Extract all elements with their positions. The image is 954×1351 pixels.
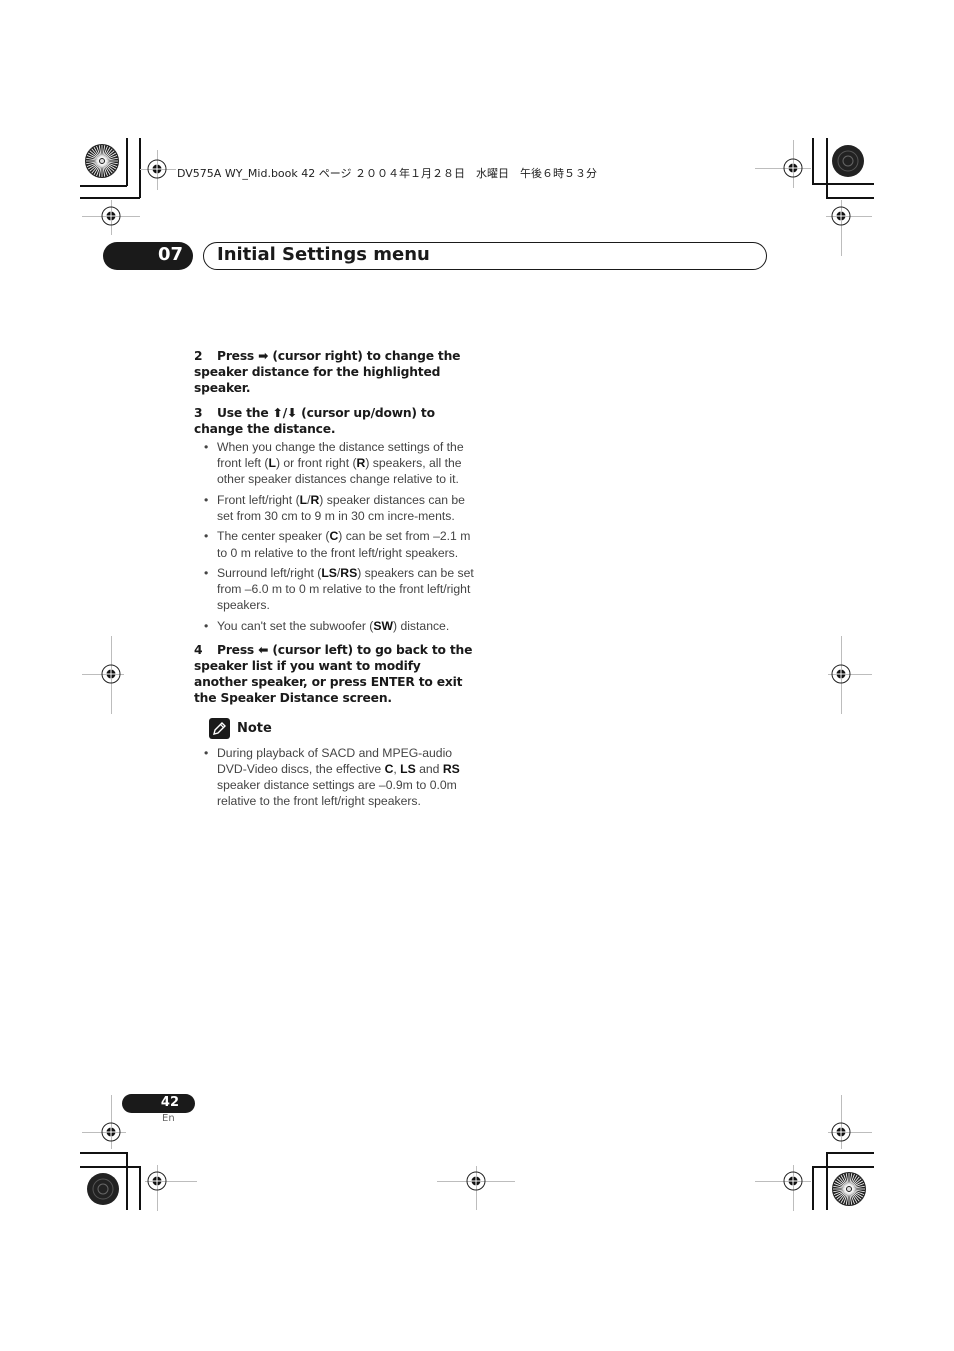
crop-line (826, 1152, 828, 1210)
chapter-number: 07 (157, 244, 183, 265)
crop-line (126, 1152, 128, 1210)
speaker-code: LS (400, 762, 416, 777)
list-item-text: speaker distance settings are –0.9m to 0… (217, 778, 457, 809)
step-3: 3 Use the ⬆/⬇ (cursor up/down) to change … (194, 405, 474, 437)
step-4: 4 Press ⬅ (cursor left) to go back to the… (194, 642, 474, 706)
bullet-icon: • (204, 529, 209, 544)
crop-line (826, 138, 828, 198)
crop-line (80, 1152, 127, 1154)
step-text: Press (217, 643, 259, 658)
starburst-mark-icon (87, 1173, 119, 1205)
crop-line (139, 138, 141, 198)
speaker-code: R (310, 492, 320, 507)
note-label: Note (237, 721, 272, 737)
chapter-number-badge: 07 (103, 242, 193, 270)
starburst-mark-icon (832, 145, 864, 177)
list-item-text: and (415, 762, 443, 777)
chapter-title: Initial Settings menu (217, 244, 430, 265)
list-item: • The center speaker (C) can be set from … (194, 528, 474, 560)
step-number: 4 (194, 643, 203, 658)
list-item-text: You can't set the subwoofer ( (217, 618, 374, 633)
step-number: 2 (194, 349, 203, 363)
crop-line (80, 1166, 140, 1168)
page-number-badge: 42 (122, 1094, 195, 1113)
crop-line (80, 185, 127, 187)
bullet-icon: • (204, 492, 209, 507)
step-3-bullet-list: • When you change the distance settings o… (194, 439, 474, 634)
starburst-mark-icon (85, 144, 119, 178)
list-item-text: ) distance. (393, 618, 450, 633)
registration-mark-icon (831, 664, 851, 684)
step-number: 3 (194, 406, 203, 420)
crop-line (139, 1166, 141, 1210)
list-item-text: Surround left/right ( (217, 566, 322, 581)
registration-mark-icon (783, 158, 803, 178)
speaker-code: L (299, 492, 308, 507)
crop-line (126, 138, 128, 186)
note-header: Note (209, 718, 474, 740)
main-content: 2 Press ➡ (cursor right) to change the sp… (194, 348, 474, 817)
bullet-icon: • (204, 746, 209, 761)
step-text: Press (217, 349, 259, 363)
speaker-code: SW (373, 618, 393, 633)
speaker-code: L (268, 456, 276, 471)
registration-mark-icon (101, 1122, 121, 1142)
starburst-mark-icon (832, 1172, 866, 1206)
step-2: 2 Press ➡ (cursor right) to change the sp… (194, 348, 474, 396)
speaker-code: LS (321, 566, 337, 581)
crop-line (826, 197, 874, 199)
page-number: 42 (160, 1095, 179, 1110)
registration-mark-icon (783, 1171, 803, 1191)
registration-mark-icon (147, 159, 167, 179)
speaker-code: RS (340, 566, 358, 581)
crop-line (812, 1166, 874, 1168)
registration-mark-icon (466, 1171, 486, 1191)
list-item: • You can't set the subwoofer (SW) distan… (194, 618, 474, 634)
list-item-text: The center speaker ( (217, 529, 330, 544)
arrow-up-down-icon: ⬆/⬇ (272, 406, 298, 420)
chapter-title-box: Initial Settings menu (203, 242, 767, 270)
bullet-icon: • (204, 566, 209, 581)
list-item-text: ) or front right ( (275, 456, 357, 471)
list-item-text: Front left/right ( (217, 492, 300, 507)
print-header: DV575A WY_Mid.book 42 ページ ２００４年１月２８日 水曜日… (177, 167, 598, 180)
page-language: En (162, 1113, 175, 1124)
bullet-icon: • (204, 440, 209, 454)
registration-mark-icon (101, 206, 121, 226)
note-bullet-list: • During playback of SACD and MPEG-audio … (194, 745, 474, 809)
list-item: • When you change the distance settings o… (194, 439, 474, 487)
registration-mark-icon (831, 206, 851, 226)
crop-line (812, 183, 874, 185)
registration-mark-icon (147, 1171, 167, 1191)
list-item: • Surround left/right (LS/RS) speakers ca… (194, 565, 474, 613)
list-item: • During playback of SACD and MPEG-audio … (194, 745, 474, 809)
arrow-left-icon: ⬅ (258, 643, 269, 658)
speaker-code: RS (442, 762, 460, 777)
step-text: Use the (217, 406, 273, 420)
pencil-icon (209, 718, 230, 740)
list-item: • Front left/right (L/R) speaker distance… (194, 492, 474, 524)
registration-mark-icon (831, 1122, 851, 1142)
crop-line (812, 1166, 814, 1210)
bullet-icon: • (204, 618, 209, 633)
crop-line (812, 138, 814, 185)
crop-line (826, 1152, 874, 1154)
crop-line (80, 197, 140, 199)
arrow-right-icon: ➡ (258, 349, 269, 363)
registration-mark-icon (101, 664, 121, 684)
speaker-code: C (329, 529, 339, 544)
